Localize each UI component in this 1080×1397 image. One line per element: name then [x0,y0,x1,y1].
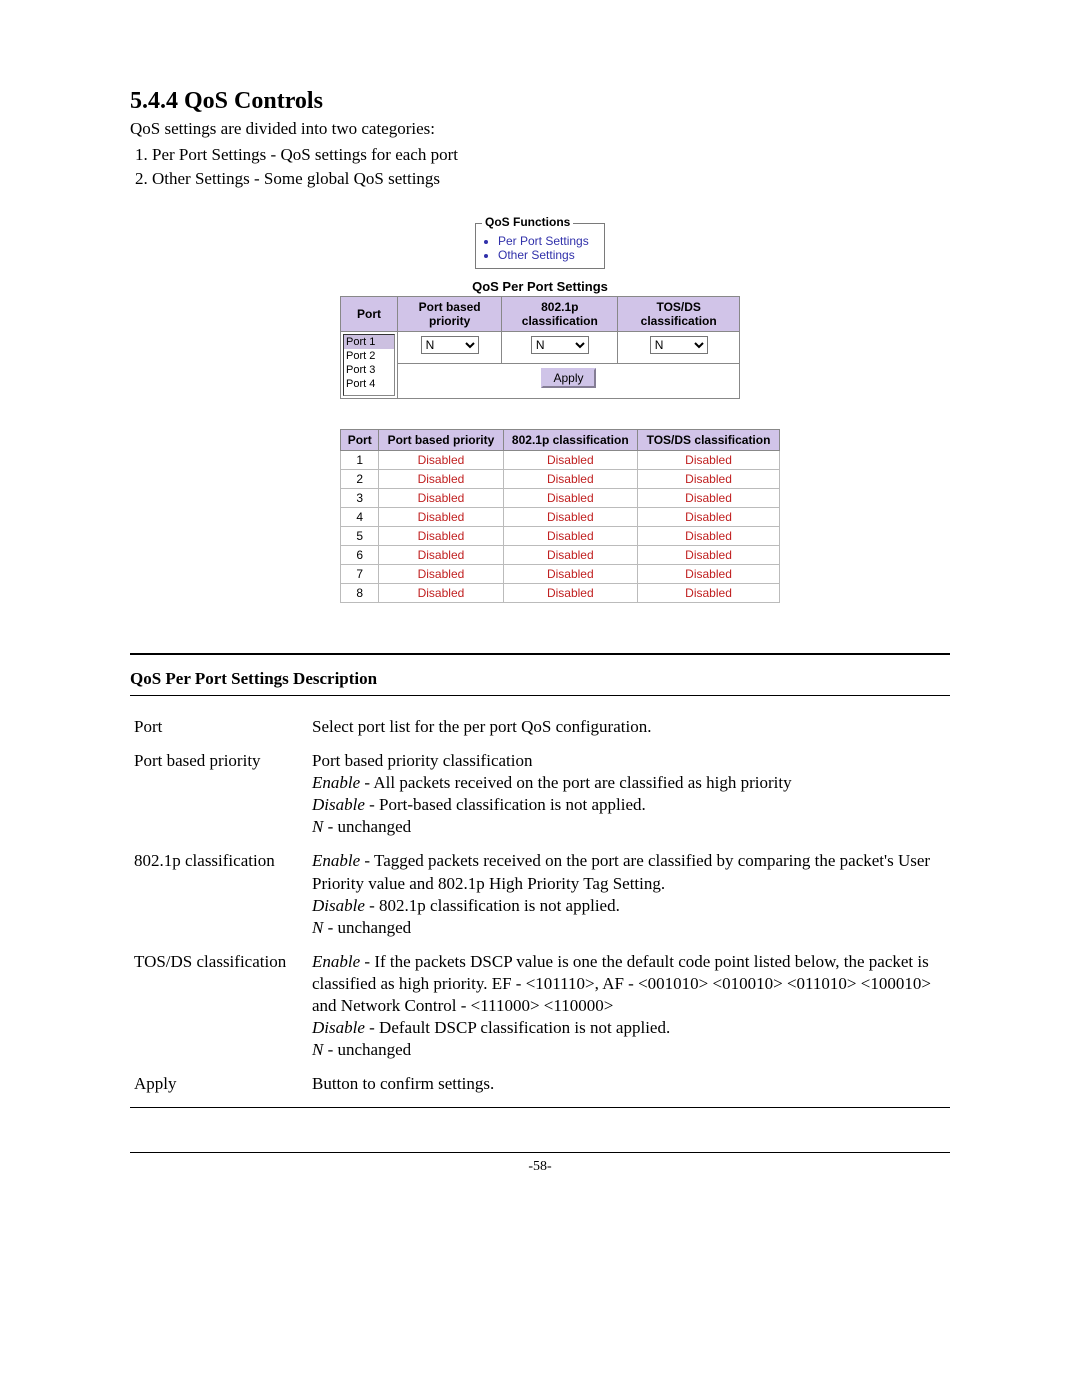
tosds-select[interactable]: N [650,336,708,354]
qos-functions-link-per-port[interactable]: Per Port Settings [498,234,596,248]
desc-body: Select port list for the per port QoS co… [308,710,950,744]
status-col-priority: Port based priority [379,430,503,451]
apply-button[interactable]: Apply [541,368,595,388]
desc-term-pbp: Port based priority [130,744,308,844]
port-option[interactable]: Port 4 [344,377,394,391]
description-heading: QoS Per Port Settings Description [130,669,950,689]
page-number: -58- [130,1159,950,1175]
status-col-port: Port [341,430,379,451]
table-row: 4DisabledDisabledDisabled [341,508,780,527]
col-header-tosds: TOS/DS classification [618,297,740,332]
desc-term-apply: Apply [130,1067,308,1101]
col-header-port: Port [341,297,398,332]
qos-functions-link-other[interactable]: Other Settings [498,248,596,262]
port-option[interactable]: Port 3 [344,363,394,377]
status-col-tosds: TOS/DS classification [638,430,780,451]
port-select-listbox[interactable]: Port 1 Port 2 Port 3 Port 4 [343,334,395,396]
footer-divider [130,1152,950,1153]
table-row: 1DisabledDisabledDisabled [341,451,780,470]
table-row: 8DisabledDisabledDisabled [341,584,780,603]
port-option[interactable]: Port 1 [344,335,394,349]
section-heading: 5.4.4 QoS Controls [130,88,950,115]
list-item: Other Settings - Some global QoS setting… [152,169,950,189]
status-col-8021p: 802.1p classification [503,430,638,451]
section-title-text: QoS Controls [184,88,323,114]
divider [130,695,950,696]
table-row: 3DisabledDisabledDisabled [341,489,780,508]
desc-body: Button to confirm settings. [308,1067,950,1101]
desc-body: Enable - If the packets DSCP value is on… [308,945,950,1067]
section-number: 5.4.4 [130,88,178,114]
table-row: 5DisabledDisabledDisabled [341,527,780,546]
desc-term-port: Port [130,710,308,744]
port-option[interactable]: Port 2 [344,349,394,363]
qos-figure: QoS Functions Per Port Settings Other Se… [340,223,740,603]
desc-body: Port based priority classification Enabl… [308,744,950,844]
desc-term-8021p: 802.1p classification [130,844,308,944]
per-port-config-table: Port Port based priority 802.1p classifi… [340,296,740,399]
col-header-8021p: 802.1p classification [502,297,618,332]
description-table: Port Select port list for the per port Q… [130,710,950,1101]
desc-body: Enable - Tagged packets received on the … [308,844,950,944]
port-priority-select[interactable]: N [421,336,479,354]
col-header-port-priority: Port based priority [398,297,502,332]
list-item: Per Port Settings - QoS settings for eac… [152,145,950,165]
table-row: 6DisabledDisabledDisabled [341,546,780,565]
divider [130,1107,950,1108]
table-row: 2DisabledDisabledDisabled [341,470,780,489]
qos-functions-legend: QoS Functions [482,215,573,229]
intro-text: QoS settings are divided into two catego… [130,119,950,139]
per-port-heading: QoS Per Port Settings [340,279,740,294]
qos-functions-box: QoS Functions Per Port Settings Other Se… [475,223,605,269]
divider [130,653,950,655]
desc-term-tosds: TOS/DS classification [130,945,308,1067]
8021p-select[interactable]: N [531,336,589,354]
intro-list: Per Port Settings - QoS settings for eac… [152,145,950,189]
per-port-status-table: Port Port based priority 802.1p classifi… [340,429,780,603]
table-row: 7DisabledDisabledDisabled [341,565,780,584]
